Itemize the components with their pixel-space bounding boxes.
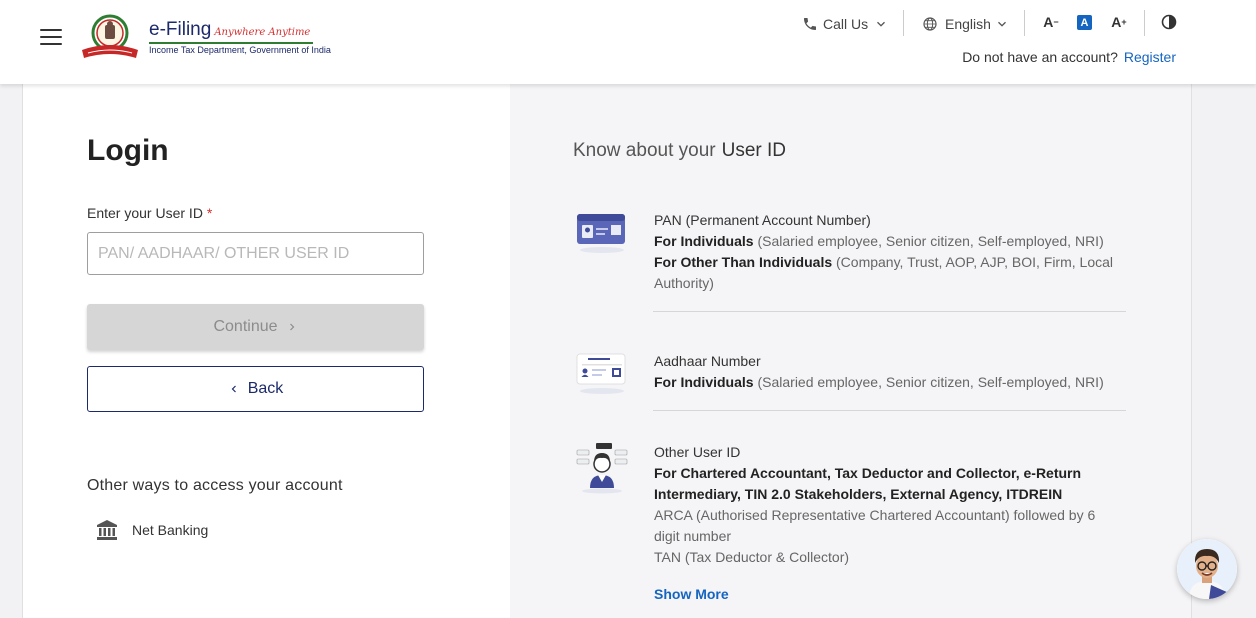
bank-icon bbox=[97, 520, 117, 540]
chatbot-avatar-icon bbox=[1177, 539, 1237, 599]
page-title: Login bbox=[87, 134, 169, 167]
other-user-id-info: Other User ID For Chartered Accountant, … bbox=[576, 442, 1136, 612]
register-row: Do not have an account? Register bbox=[962, 49, 1176, 65]
professional-user-icon bbox=[576, 443, 628, 494]
phone-icon bbox=[804, 18, 816, 30]
other-user-id-text: Other User ID For Chartered Accountant, … bbox=[654, 442, 1124, 605]
font-decrease-button[interactable]: A − bbox=[1041, 12, 1061, 32]
chevron-down-icon bbox=[997, 21, 1006, 27]
logo-subtitle: Income Tax Department, Government of Ind… bbox=[149, 45, 331, 55]
arca-text: ARCA (Authorised Representative Chartere… bbox=[654, 507, 1096, 544]
pan-title: PAN (Permanent Account Number) bbox=[654, 212, 871, 228]
chevron-left-icon bbox=[231, 385, 236, 393]
login-panel: Login Enter your User ID * Continue Back… bbox=[22, 84, 510, 618]
required-asterisk: * bbox=[206, 205, 213, 221]
section-divider bbox=[653, 311, 1126, 312]
logo-tagline: Anywhere Anytime bbox=[214, 27, 311, 38]
language-dropdown[interactable]: English bbox=[922, 12, 1009, 36]
pan-other-than-individuals: For Other Than Individuals (Company, Tru… bbox=[654, 254, 1114, 291]
pan-card-icon bbox=[577, 214, 625, 253]
back-button[interactable]: Back bbox=[87, 366, 424, 412]
globe-icon bbox=[923, 17, 937, 31]
know-user-id-heading: Know about your User ID bbox=[573, 140, 786, 161]
pan-individuals: For Individuals (Salaried employee, Seni… bbox=[654, 233, 1104, 249]
other-user-id-title: Other User ID bbox=[654, 444, 741, 460]
logo-underline bbox=[149, 42, 313, 44]
call-us-dropdown[interactable]: Call Us bbox=[802, 12, 888, 36]
other-user-id-eligible: For Chartered Accountant, Tax Deductor a… bbox=[654, 465, 1082, 502]
aadhaar-info-text: Aadhaar Number For Individuals (Salaried… bbox=[654, 351, 1124, 393]
net-banking-label: Net Banking bbox=[132, 522, 209, 538]
net-banking-link[interactable]: Net Banking bbox=[95, 518, 208, 542]
pan-info: PAN (Permanent Account Number) For Indiv… bbox=[576, 210, 1136, 291]
no-account-text: Do not have an account? bbox=[962, 49, 1118, 65]
header-divider bbox=[903, 10, 904, 36]
user-id-label: Enter your User ID * bbox=[87, 205, 213, 221]
aadhaar-info: Aadhaar Number For Individuals (Salaried… bbox=[576, 351, 1136, 401]
aadhaar-individuals: For Individuals (Salaried employee, Seni… bbox=[654, 374, 1104, 390]
section-divider bbox=[653, 410, 1126, 411]
emblem-icon bbox=[82, 14, 138, 58]
aadhaar-card-icon bbox=[576, 353, 626, 394]
contrast-icon[interactable] bbox=[1161, 14, 1177, 30]
font-normal-button[interactable]: A bbox=[1077, 15, 1092, 30]
other-ways-heading: Other ways to access your account bbox=[87, 477, 343, 494]
register-link[interactable]: Register bbox=[1124, 49, 1176, 65]
continue-button[interactable]: Continue bbox=[87, 304, 424, 350]
language-label: English bbox=[945, 16, 991, 32]
pan-info-text: PAN (Permanent Account Number) For Indiv… bbox=[654, 210, 1124, 294]
call-us-label: Call Us bbox=[823, 16, 869, 32]
header-divider bbox=[1144, 10, 1145, 36]
chatbot-avatar-button[interactable] bbox=[1177, 539, 1237, 599]
tan-text: TAN (Tax Deductor & Collector) bbox=[654, 549, 850, 565]
logo-title: e-Filing Anywhere Anytime bbox=[149, 19, 311, 40]
show-more-link[interactable]: Show More bbox=[654, 586, 729, 602]
font-increase-button[interactable]: A + bbox=[1109, 12, 1129, 32]
site-header: e-Filing Anywhere Anytime Income Tax Depa… bbox=[0, 0, 1256, 84]
user-id-input[interactable] bbox=[87, 232, 424, 275]
know-user-id-panel: Know about your User ID PAN (Permanent Ac… bbox=[510, 84, 1192, 618]
header-divider bbox=[1024, 10, 1025, 36]
hamburger-menu-icon[interactable] bbox=[40, 29, 62, 45]
efiling-logo[interactable]: e-Filing Anywhere Anytime Income Tax Depa… bbox=[78, 14, 331, 62]
continue-label: Continue bbox=[213, 318, 278, 335]
back-label: Back bbox=[247, 380, 284, 397]
show-more-row: Show More bbox=[654, 584, 1124, 605]
aadhaar-title: Aadhaar Number bbox=[654, 353, 761, 369]
chevron-right-icon bbox=[289, 323, 294, 331]
chevron-down-icon bbox=[877, 21, 886, 27]
